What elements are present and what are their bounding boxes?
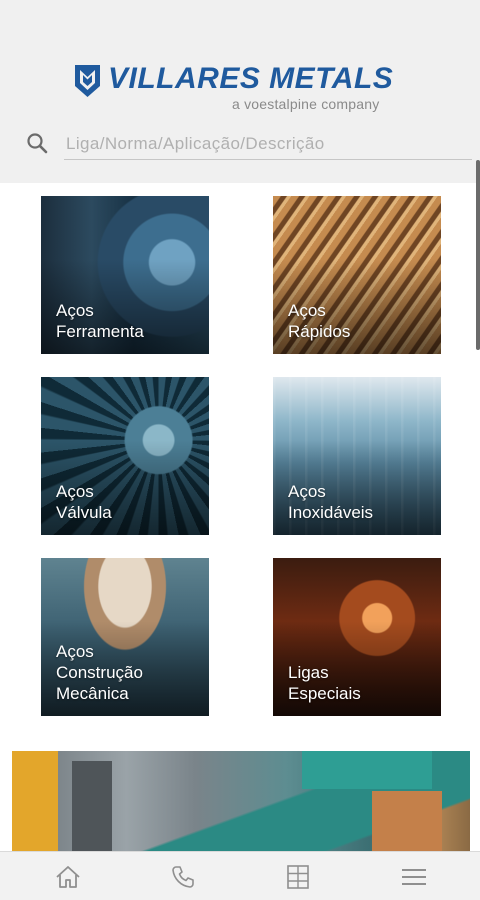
- category-tile-acos-valvula[interactable]: Aços Válvula: [41, 377, 209, 535]
- villares-metals-logo: VILLARES METALS a voestalpine company: [74, 62, 414, 116]
- hamburger-menu-icon: [402, 868, 426, 885]
- banner-image-detail: [302, 751, 432, 789]
- search-input[interactable]: [64, 128, 472, 160]
- catalog-icon: [287, 864, 309, 889]
- home-icon: [56, 865, 80, 888]
- scroll-indicator[interactable]: [476, 160, 480, 350]
- promo-banner[interactable]: [12, 751, 470, 851]
- phone-icon: [172, 865, 194, 888]
- shield-logo-icon: [75, 65, 100, 97]
- brand-name: VILLARES METALS: [108, 62, 394, 95]
- category-label: Aços Inoxidáveis: [288, 482, 374, 522]
- app-header: VILLARES METALS a voestalpine company: [0, 0, 480, 183]
- category-tile-acos-ferramenta[interactable]: Aços Ferramenta: [41, 196, 209, 354]
- brand-tagline: a voestalpine company: [232, 96, 380, 112]
- nav-phone-button[interactable]: [153, 852, 213, 900]
- category-label: Aços Válvula: [56, 482, 112, 522]
- category-label: Aços Rápidos: [288, 301, 351, 341]
- category-label: Aços Ferramenta: [56, 301, 144, 341]
- banner-image-detail: [372, 791, 442, 851]
- search-icon[interactable]: [26, 132, 48, 154]
- category-tile-acos-inoxidaveis[interactable]: Aços Inoxidáveis: [273, 377, 441, 535]
- banner-image-detail: [72, 761, 112, 851]
- bottom-navigation: [0, 851, 480, 900]
- search-bar: [24, 128, 472, 162]
- nav-menu-button[interactable]: [384, 852, 444, 900]
- category-tile-ligas-especiais[interactable]: Ligas Especiais: [273, 558, 441, 716]
- nav-catalog-button[interactable]: [268, 852, 328, 900]
- category-label: Aços Construção Mecânica: [56, 642, 143, 703]
- category-tile-acos-rapidos[interactable]: Aços Rápidos: [273, 196, 441, 354]
- nav-home-button[interactable]: [38, 852, 98, 900]
- category-tile-acos-construcao-mecanica[interactable]: Aços Construção Mecânica: [41, 558, 209, 716]
- category-label: Ligas Especiais: [288, 663, 361, 703]
